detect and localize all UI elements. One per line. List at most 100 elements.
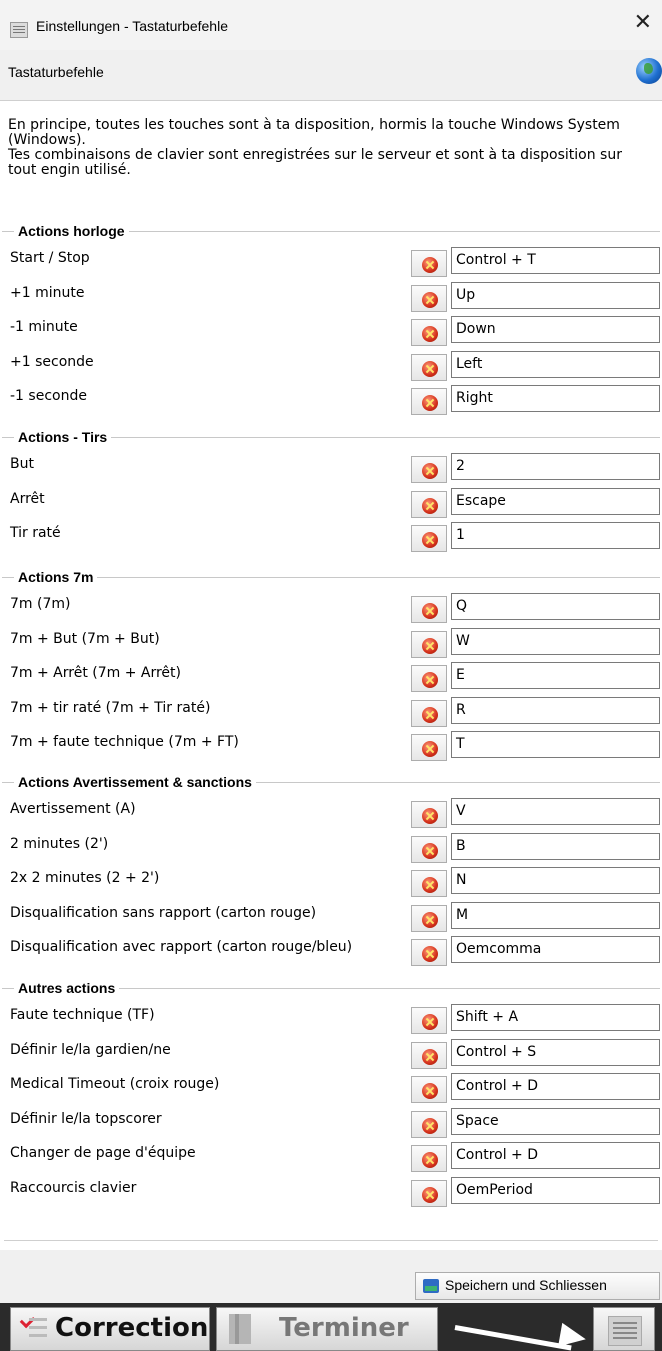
shortcut-key-field[interactable]: Control + S <box>451 1038 660 1066</box>
app-icon <box>10 22 28 38</box>
clear-shortcut-button[interactable] <box>411 630 447 658</box>
shortcut-key-field[interactable]: V <box>451 798 660 825</box>
clear-shortcut-button[interactable] <box>411 525 447 552</box>
shortcut-key-field[interactable]: Q <box>451 593 660 620</box>
delete-icon <box>422 257 438 273</box>
shortcut-key-field[interactable]: Control + T <box>451 247 660 274</box>
shortcut-key-field[interactable]: N <box>451 867 660 894</box>
shortcut-group: Actions - Tirs But 2 Arrêt Escape Tir raté 1 <box>0 428 662 558</box>
clear-shortcut-button[interactable] <box>411 596 447 623</box>
shortcut-key-field[interactable]: Control + D <box>451 1073 660 1100</box>
shortcut-label: Changer de page d'équipe <box>10 1145 196 1161</box>
shortcut-key-field[interactable]: 1 <box>451 522 660 549</box>
shortcut-key-field[interactable]: E <box>451 662 660 689</box>
clear-shortcut-button[interactable] <box>411 319 447 346</box>
shortcut-group: Actions Avertissement & sanctions Avertis… <box>0 773 662 972</box>
delete-icon <box>422 603 438 619</box>
group-title: Actions 7m <box>14 568 98 586</box>
shortcut-label: +1 seconde <box>10 353 94 370</box>
delete-icon <box>422 1083 438 1099</box>
correction-button[interactable]: Correction <box>10 1307 210 1351</box>
clear-shortcut-button[interactable] <box>411 1179 447 1207</box>
shortcut-label: Disqualification sans rapport (carton ro… <box>10 904 317 921</box>
save-and-close-label: Speichern und Schliessen <box>445 1277 607 1293</box>
clear-shortcut-button[interactable] <box>411 1110 447 1138</box>
delete-icon <box>422 532 438 548</box>
save-and-close-button[interactable]: Speichern und Schliessen <box>415 1272 660 1300</box>
shortcut-key-field[interactable]: Space <box>451 1107 660 1135</box>
terminer-button[interactable]: Terminer <box>216 1307 438 1351</box>
delete-icon <box>422 741 438 757</box>
shortcut-label: Start / Stop <box>10 250 90 266</box>
intro-line-2: Tes combinaisons de clavier sont enregis… <box>8 147 622 178</box>
clear-shortcut-button[interactable] <box>411 1145 447 1172</box>
shortcut-label: Définir le/la gardien/ne <box>10 1041 171 1058</box>
shortcut-label: But <box>10 456 34 472</box>
intro-line-1: En principe, toutes les touches sont à t… <box>8 117 620 148</box>
globe-icon[interactable] <box>636 58 662 84</box>
shortcut-label: 2 minutes (2') <box>10 835 109 852</box>
shortcut-key-field[interactable]: Down <box>451 316 660 343</box>
shortcut-key-field[interactable]: M <box>451 901 660 929</box>
shortcut-label: Faute technique (TF) <box>10 1007 155 1023</box>
delete-icon <box>422 1014 438 1030</box>
window-title: Einstellungen - Tastaturbefehle <box>36 18 228 34</box>
shortcut-key-field[interactable]: Left <box>451 350 660 378</box>
shortcut-key-field[interactable]: Control + D <box>451 1142 660 1169</box>
clear-shortcut-button[interactable] <box>411 939 447 966</box>
delete-icon <box>422 497 438 514</box>
shortcut-group: Actions 7m 7m (7m) Q 7m + But (7m + But) W 7m… <box>0 568 662 767</box>
shortcut-key-field[interactable]: B <box>451 832 660 860</box>
arrow-head-annotation <box>558 1322 588 1351</box>
clear-shortcut-button[interactable] <box>411 388 447 415</box>
shortcut-key-field[interactable]: Up <box>451 281 660 309</box>
keyboard-menu-button[interactable] <box>593 1307 655 1351</box>
shortcut-label: Medical Timeout (croix rouge) <box>10 1076 220 1092</box>
shortcut-label: -1 seconde <box>10 388 87 404</box>
shortcut-key-field[interactable]: 2 <box>451 453 660 480</box>
clear-shortcut-button[interactable] <box>411 734 447 761</box>
window-titlebar: Einstellungen - Tastaturbefehle ✕ <box>0 0 662 50</box>
shortcut-label: 2x 2 minutes (2 + 2') <box>10 870 160 886</box>
clear-shortcut-button[interactable] <box>411 801 447 828</box>
shortcut-key-field[interactable]: OemPeriod <box>451 1176 660 1204</box>
shortcut-label: Arrêt <box>10 490 45 507</box>
shortcut-label: 7m (7m) <box>10 596 71 612</box>
clear-shortcut-button[interactable] <box>411 284 447 312</box>
shortcut-key-field[interactable]: Shift + A <box>451 1004 660 1031</box>
shortcut-key-field[interactable]: R <box>451 696 660 724</box>
clear-shortcut-button[interactable] <box>411 665 447 692</box>
clear-shortcut-button[interactable] <box>411 1007 447 1034</box>
clear-shortcut-button[interactable] <box>411 699 447 727</box>
settings-header: Tastaturbefehle <box>0 50 662 101</box>
shortcut-label: Avertissement (A) <box>10 801 136 817</box>
shortcut-key-field[interactable]: T <box>451 731 660 758</box>
clear-shortcut-button[interactable] <box>411 835 447 863</box>
shortcut-label: 7m + tir raté (7m + Tir raté) <box>10 699 211 716</box>
shortcut-label: 7m + But (7m + But) <box>10 630 160 647</box>
shortcut-key-field[interactable]: Right <box>451 385 660 412</box>
group-title: Autres actions <box>14 979 120 997</box>
group-title: Actions - Tirs <box>14 428 112 446</box>
shortcut-key-field[interactable]: W <box>451 627 660 655</box>
shortcut-key-field[interactable]: Oemcomma <box>451 936 660 963</box>
delete-icon <box>422 360 438 377</box>
clear-shortcut-button[interactable] <box>411 456 447 483</box>
close-icon[interactable]: ✕ <box>634 12 652 34</box>
shortcut-label: Disqualification avec rapport (carton ro… <box>10 939 353 955</box>
shortcut-label: Raccourcis clavier <box>10 1179 137 1196</box>
clear-shortcut-button[interactable] <box>411 870 447 897</box>
clear-shortcut-button[interactable] <box>411 1076 447 1103</box>
shortcut-label: 7m + Arrêt (7m + Arrêt) <box>10 665 182 681</box>
shortcut-label: Définir le/la topscorer <box>10 1110 162 1127</box>
shortcut-key-field[interactable]: Escape <box>451 487 660 515</box>
delete-icon <box>422 842 438 859</box>
clear-shortcut-button[interactable] <box>411 353 447 381</box>
group-title: Actions horloge <box>14 222 129 240</box>
clear-shortcut-button[interactable] <box>411 904 447 932</box>
group-divider <box>2 577 660 578</box>
clear-shortcut-button[interactable] <box>411 1041 447 1069</box>
clear-shortcut-button[interactable] <box>411 490 447 518</box>
clear-shortcut-button[interactable] <box>411 250 447 277</box>
header-title: Tastaturbefehle <box>8 64 104 80</box>
